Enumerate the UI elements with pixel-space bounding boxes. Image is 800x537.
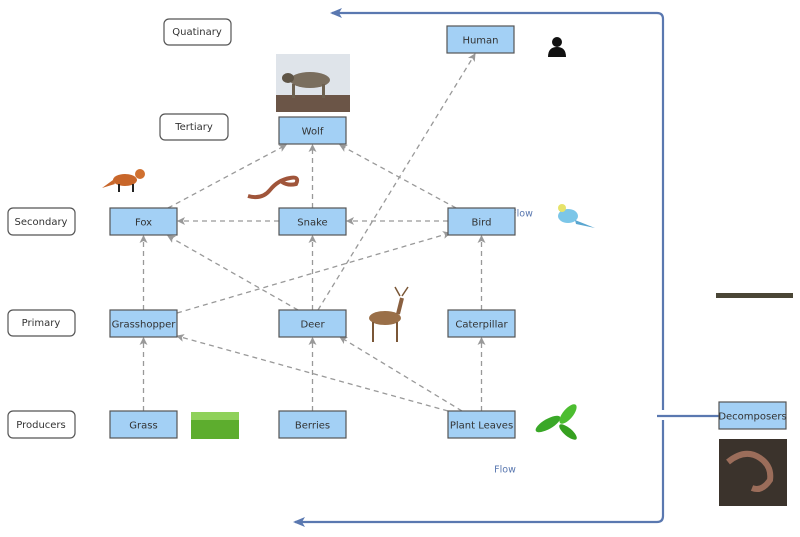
earthworm-image [719,439,787,506]
node-label: Plant Leaves [450,421,513,432]
level-label: Producers [16,420,66,431]
food-web-diagram: Flow Flow Quatinary Tertiary Secondary P… [0,0,800,537]
node-label: Deer [300,320,325,331]
node-label: Human [462,36,498,47]
wolf-image [276,54,350,112]
edge-deer-to-fox [167,235,299,311]
node-grass[interactable]: Grass [109,410,178,439]
leaves-image [535,404,577,440]
node-label: Fox [135,218,152,229]
node-label: Grass [129,421,157,432]
edge-plant-leaves-to-deer [339,336,463,412]
node-caterpillar[interactable]: Caterpillar [447,309,516,338]
node-label: Decomposers [718,412,786,423]
level-label: Quatinary [172,27,222,38]
level-label: Tertiary [174,122,213,133]
node-decomposers[interactable]: Decomposers [718,401,787,430]
level-primary[interactable]: Primary [7,309,76,337]
node-berries[interactable]: Berries [278,410,347,439]
level-secondary[interactable]: Secondary [7,207,76,236]
node-bird[interactable]: Bird [447,207,516,236]
level-label: Secondary [15,217,68,228]
deer-image [369,286,409,342]
edge-fox-to-wolf [167,144,287,209]
edge-grasshopper-to-bird [176,231,451,314]
node-wolf[interactable]: Wolf [278,116,347,145]
level-label: Primary [22,318,61,329]
node-label: Grasshopper [112,320,177,331]
edge-bird-to-wolf [339,144,457,209]
grass-image [191,412,239,439]
fox-image [102,169,145,192]
node-label: Wolf [302,127,324,138]
level-tertiary[interactable]: Tertiary [159,113,229,141]
node-label: Snake [297,218,327,229]
node-fox[interactable]: Fox [109,207,178,236]
flow-label: Flow [494,465,516,476]
node-plant-leaves[interactable]: Plant Leaves [447,410,516,439]
bird-image [558,204,595,228]
node-grasshopper[interactable]: Grasshopper [109,309,178,338]
node-snake[interactable]: Snake [278,207,347,236]
soil-strip-image [716,293,793,298]
level-quatinary[interactable]: Quatinary [163,18,232,46]
node-label: Berries [295,421,330,432]
level-producers[interactable]: Producers [7,410,76,439]
snake-image [247,175,300,200]
node-human[interactable]: Human [446,25,515,54]
human-icon [548,37,566,57]
node-label: Bird [472,218,492,229]
node-label: Caterpillar [455,320,508,331]
node-deer[interactable]: Deer [278,309,347,338]
